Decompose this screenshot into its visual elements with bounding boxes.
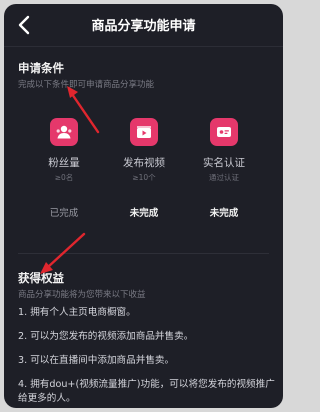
condition-label: 粉丝量	[48, 157, 80, 169]
nav-bar: 商品分享功能申请	[4, 4, 283, 47]
condition-label: 发布视频	[123, 157, 165, 169]
condition-video: 发布视频 ≥10个 未完成	[98, 118, 190, 219]
conditions-title: 申请条件	[18, 61, 64, 75]
condition-requirement: ≥0名	[54, 173, 74, 182]
benefits-title: 获得权益	[18, 271, 64, 285]
video-icon	[130, 118, 158, 146]
condition-requirement: 通过认证	[209, 173, 239, 182]
condition-label: 实名认证	[203, 157, 245, 169]
benefit-item: 2. 可以为您发布的视频添加商品并售卖。	[18, 331, 194, 342]
condition-real-name: 实名认证 通过认证 未完成	[178, 118, 270, 219]
condition-status: 已完成	[49, 208, 79, 219]
conditions-list: 粉丝量 ≥0名 已完成 发布视频 ≥10个 未完成 实名认证 通过认证 未完成	[4, 118, 283, 222]
benefits-list: 1. 拥有个人主页电商橱窗。 2. 可以为您发布的视频添加商品并售卖。 3. 可…	[18, 306, 276, 408]
benefit-item: 4. 拥有dou+(视频流量推广)功能，可以将您发布的视频推广给更多的人。	[18, 379, 275, 404]
page-title: 商品分享功能申请	[91, 19, 196, 34]
id-card-icon	[210, 118, 238, 146]
condition-status: 未完成	[209, 208, 239, 219]
condition-status: 未完成	[129, 208, 159, 219]
fans-icon	[50, 118, 78, 146]
condition-fans: 粉丝量 ≥0名 已完成	[18, 118, 110, 219]
section-divider	[18, 253, 269, 254]
annotation-arrow	[40, 232, 86, 274]
conditions-subtitle: 完成以下条件即可申请商品分享功能	[18, 80, 155, 90]
benefits-subtitle: 商品分享功能将为您带来以下收益	[18, 290, 146, 300]
app-screen: 商品分享功能申请 申请条件 完成以下条件即可申请商品分享功能 粉丝量 ≥0名 已…	[4, 4, 283, 408]
condition-requirement: ≥10个	[132, 173, 156, 182]
benefit-item: 1. 拥有个人主页电商橱窗。	[18, 307, 136, 318]
benefit-item: 3. 可以在直播间中添加商品并售卖。	[18, 355, 175, 366]
